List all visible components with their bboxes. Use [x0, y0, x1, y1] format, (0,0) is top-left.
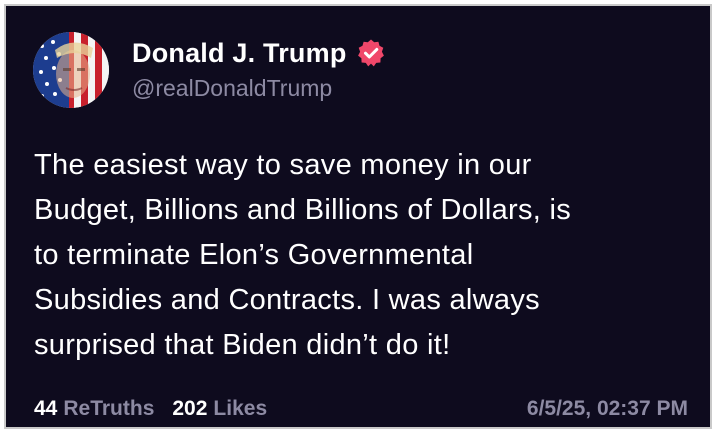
author-avatar[interactable]	[33, 32, 109, 108]
author-display-name[interactable]: Donald J. Trump	[132, 38, 347, 69]
likes-count: 202	[172, 397, 208, 420]
verified-badge-icon	[356, 38, 386, 68]
author-handle[interactable]: @realDonaldTrump	[132, 75, 386, 102]
post-text-line: Budget, Billions and Billions of Dollars…	[34, 194, 572, 226]
post-header: Donald J. Trump @realDonaldTrump	[132, 36, 386, 102]
post-footer: 44 ReTruths 202 Likes 6/5/25, 02:37 PM	[34, 396, 688, 422]
likes-stat[interactable]: 202 Likes	[172, 397, 267, 421]
post-card: Donald J. Trump @realDonaldTrump The eas…	[4, 4, 712, 429]
retruths-count: 44	[34, 397, 58, 420]
retruths-stat[interactable]: 44 ReTruths	[34, 397, 154, 421]
post-text: The easiest way to save money in our Bud…	[34, 143, 704, 368]
profile-photo-flag-icon	[33, 32, 109, 108]
likes-label: Likes	[213, 397, 268, 420]
post-timestamp[interactable]: 6/5/25, 02:37 PM	[527, 397, 688, 421]
post-text-line: surprised that Biden didn’t do it!	[34, 329, 451, 361]
retruths-label: ReTruths	[63, 397, 155, 420]
post-text-line: Subsidies and Contracts. I was always	[34, 284, 540, 316]
post-text-line: to terminate Elon’s Governmental	[34, 239, 474, 271]
author-name-row: Donald J. Trump	[132, 36, 386, 70]
post-text-line: The easiest way to save money in our	[34, 149, 532, 181]
